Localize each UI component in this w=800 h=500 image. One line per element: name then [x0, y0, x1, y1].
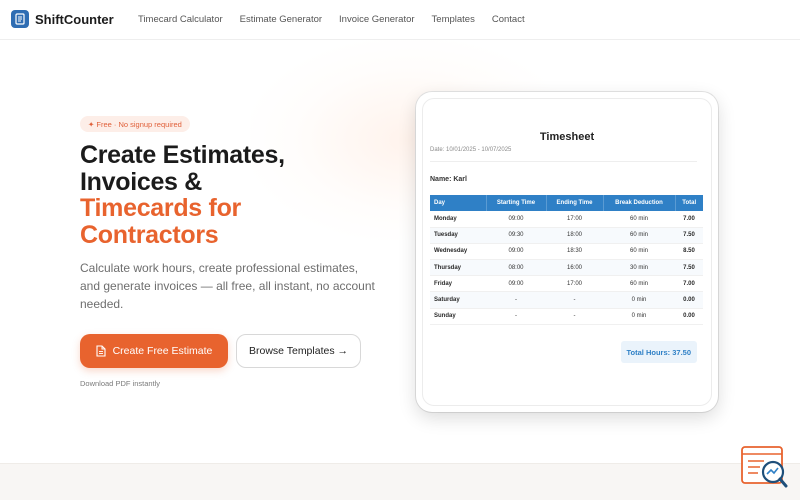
cell-start: 09:00: [486, 243, 546, 261]
cell-day: Saturday: [430, 291, 486, 309]
cell-start: 08:00: [486, 259, 546, 277]
table-row: Monday 09:00 17:00 60 min 7.00: [430, 211, 703, 228]
cell-break: 60 min: [603, 227, 675, 244]
hero-title-accent-line-2: Contractors: [80, 220, 219, 249]
cell-end: 16:00: [546, 259, 603, 277]
cell-day: Sunday: [430, 308, 486, 325]
browse-templates-label: Browse Templates →: [248, 345, 348, 357]
timesheet-divider: [430, 161, 697, 162]
hero-title-line-2: Invoices &: [80, 167, 203, 196]
create-free-estimate-label: Create Free Estimate: [112, 345, 213, 357]
table-row: Sunday - - 0 min 0.00: [430, 308, 703, 325]
cell-break: 0 min: [603, 291, 675, 309]
cell-total: 0.00: [675, 291, 703, 309]
next-section-band: [0, 463, 800, 500]
cell-end: -: [546, 308, 603, 325]
cell-start: 09:00: [486, 275, 546, 293]
nav-timecard-calculator[interactable]: Timecard Calculator: [138, 14, 223, 25]
timesheet-employee-name: Name: Karl: [430, 176, 467, 183]
nav-invoice-generator[interactable]: Invoice Generator: [339, 14, 415, 25]
total-hours-badge: Total Hours: 37.50: [620, 341, 697, 363]
table-header-row: Day Starting Time Ending Time Break Dedu…: [430, 195, 703, 211]
cell-end: 17:00: [546, 211, 603, 228]
hero-subtitle: Calculate work hours, create professiona…: [80, 261, 375, 311]
main-nav: Timecard Calculator Estimate Generator I…: [138, 14, 542, 25]
hero-title-accent-line-1: Timecards for: [80, 194, 241, 222]
cell-start: 09:00: [486, 211, 546, 228]
cell-end: 17:00: [546, 275, 603, 293]
timesheet-document: Timesheet Date: 10/01/2025 - 10/07/2025 …: [422, 98, 712, 406]
cell-start: -: [486, 291, 546, 309]
cell-day: Tuesday: [430, 227, 486, 244]
timesheet-logo-icon: [11, 10, 29, 28]
nav-templates[interactable]: Templates: [432, 14, 475, 25]
hero-title: Create Estimates, Invoices & Timecards f…: [80, 142, 380, 248]
timesheet-title: Timesheet: [539, 131, 595, 143]
cell-day: Friday: [430, 275, 486, 293]
free-badge: ✦ Free · No signup required: [80, 116, 190, 132]
create-free-estimate-button[interactable]: Create Free Estimate: [80, 334, 228, 368]
browse-templates-button[interactable]: Browse Templates →: [236, 334, 361, 368]
cell-day: Thursday: [430, 259, 486, 277]
document-icon: [96, 345, 106, 357]
nav-estimate-generator[interactable]: Estimate Generator: [240, 14, 322, 25]
cell-break: 60 min: [603, 211, 675, 228]
column-header-total: Total: [675, 195, 703, 211]
table-row: Friday 09:00 17:00 60 min 7.00: [430, 275, 703, 293]
cell-total: 7.00: [675, 275, 703, 293]
cell-end: 18:30: [546, 243, 603, 261]
cell-total: 7.50: [675, 227, 703, 244]
cell-break: 30 min: [603, 259, 675, 277]
cell-break: 0 min: [603, 308, 675, 325]
timesheet-date: Date: 10/01/2025 - 10/07/2025: [430, 147, 512, 153]
cell-break: 60 min: [603, 275, 675, 293]
table-row: Tuesday 09:30 18:00 60 min 7.50: [430, 227, 703, 244]
timesheet-preview-card: Timesheet Date: 10/01/2025 - 10/07/2025 …: [416, 92, 718, 412]
cell-day: Wednesday: [430, 243, 486, 261]
brand-name: ShiftCounter: [35, 11, 114, 27]
cell-total: 7.00: [675, 211, 703, 228]
timesheet-table: Day Starting Time Ending Time Break Dedu…: [430, 195, 703, 325]
cell-break: 60 min: [603, 243, 675, 261]
table-row: Saturday - - 0 min 0.00: [430, 291, 703, 309]
cell-start: 09:30: [486, 227, 546, 244]
download-pdf-hint: Download PDF instantly: [80, 379, 161, 388]
site-header: ShiftCounter Timecard Calculator Estimat…: [0, 0, 800, 40]
brand-logo[interactable]: ShiftCounter: [11, 10, 114, 28]
nav-contact[interactable]: Contact: [492, 14, 525, 25]
table-row: Wednesday 09:00 18:30 60 min 8.50: [430, 243, 703, 261]
cell-end: 18:00: [546, 227, 603, 244]
table-row: Thursday 08:00 16:00 30 min 7.50: [430, 259, 703, 277]
column-header-starting-time: Starting Time: [486, 195, 547, 211]
cell-total: 7.50: [675, 259, 703, 277]
hero-title-line-1: Create Estimates,: [80, 141, 285, 169]
column-header-day: Day: [430, 195, 487, 211]
cell-total: 8.50: [675, 243, 703, 261]
cell-end: -: [546, 291, 603, 309]
search-chart-icon[interactable]: [740, 445, 790, 490]
cell-day: Monday: [430, 211, 486, 228]
cell-total: 0.00: [675, 308, 703, 325]
column-header-break-deduction: Break Deduction: [603, 195, 676, 211]
cell-start: -: [486, 308, 546, 325]
column-header-ending-time: Ending Time: [546, 195, 604, 211]
